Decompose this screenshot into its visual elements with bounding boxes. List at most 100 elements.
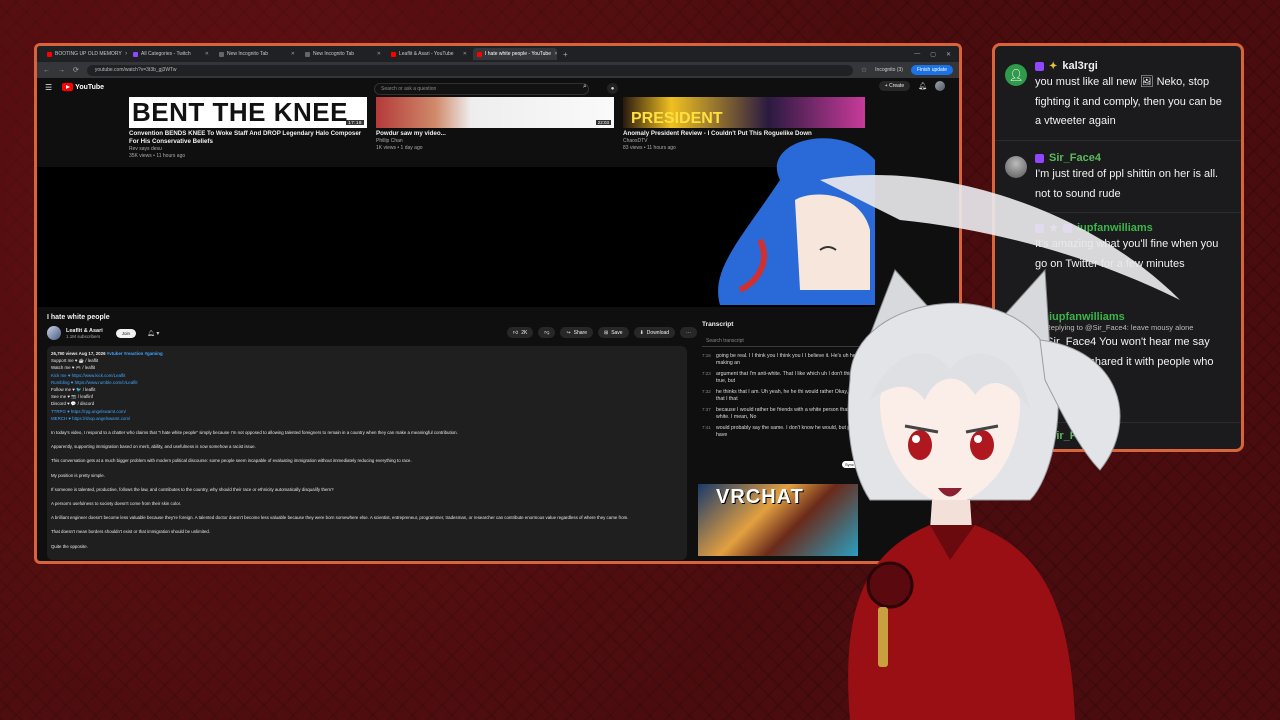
close-icon[interactable]: ✕ xyxy=(377,51,381,57)
transcript-row[interactable]: 7:37 because I would rather be friends wi… xyxy=(698,405,878,423)
address-bar-row: ← → ⟳ youtube.com/watch?v=3t3b_gj3WTw ☆ … xyxy=(37,62,959,78)
description-link[interactable]: MERCH ♥ https://shop.angelswamt.com/ xyxy=(51,415,683,422)
transcript-row[interactable]: 7:16 going be real. I I think you I think… xyxy=(698,351,878,369)
close-icon[interactable]: ✕ xyxy=(463,51,467,57)
finish-update-button[interactable]: Finish update xyxy=(910,65,953,75)
browser-tab[interactable]: Leaflit & Asari - YouTube ✕ xyxy=(387,48,471,60)
browser-tab[interactable]: All Categories - Twitch ✕ xyxy=(129,48,213,60)
chat-username[interactable]: kal3rgi xyxy=(1062,60,1097,72)
like-count: 2K xyxy=(521,329,528,336)
hashtags[interactable]: #vtuber #reaction #gaming xyxy=(107,351,163,356)
eye-right xyxy=(970,430,994,460)
close-icon[interactable]: ✕ xyxy=(125,51,127,57)
dislike-button[interactable]: 👎︎ xyxy=(538,327,556,338)
subscribed-bell-icon[interactable]: 🔔︎ ▾ xyxy=(147,330,159,337)
video-title[interactable]: Anomaly President Review - I Couldn't Pu… xyxy=(623,130,865,138)
channel-name[interactable]: Phillip Chan xyxy=(376,138,614,145)
chat-username[interactable]: iupfanwilliams xyxy=(1049,311,1125,323)
transcript-text: because I would rather be friends with a… xyxy=(716,407,869,420)
video-title[interactable]: Convention BENDS KNEE To Woke Staff And … xyxy=(129,130,367,146)
reload-icon[interactable]: ⟳ xyxy=(73,66,79,74)
notifications-bell-icon[interactable]: 🔔︎ xyxy=(918,82,927,90)
join-button[interactable]: Join xyxy=(115,328,137,338)
download-button[interactable]: ⬇ Download xyxy=(633,327,676,338)
new-tab-button[interactable]: + xyxy=(559,50,572,59)
chat-username[interactable]: Sir_Face4 xyxy=(1049,152,1101,164)
reply-context[interactable]: ↩ Replying to @Sir_Face4: leave mousy al… xyxy=(1037,323,1231,332)
browser-tab-active[interactable]: I hate white people - YouTube✕ xyxy=(473,48,557,60)
incognito-indicator[interactable]: Incognito (3) xyxy=(875,67,903,73)
description-paragraph: This conversation gets at a much bigger … xyxy=(51,458,412,464)
create-button[interactable]: + Create xyxy=(878,81,911,91)
transcript-row[interactable]: 7:32 he thinks that I am. Uh yeah, he he … xyxy=(698,387,878,405)
search-icon[interactable]: ⌕ xyxy=(583,83,587,91)
share-icon: ↪ xyxy=(566,329,571,336)
close-icon[interactable]: ✕ xyxy=(554,51,557,57)
description-link[interactable]: Rumbling ♥ https://www.rumble.com/c/Leaf… xyxy=(51,379,683,386)
close-icon[interactable]: ✕ xyxy=(205,51,209,57)
recommendation-card[interactable]: 22:03 Powdur saw my video... Phillip Cha… xyxy=(376,97,614,167)
video-player[interactable] xyxy=(37,167,875,307)
video-title[interactable]: Powdur saw my video... xyxy=(376,130,614,138)
close-window-icon[interactable]: ✕ xyxy=(946,51,951,58)
chat-message: Sir_Face4 xyxy=(1005,430,1231,449)
sync-to-video-button[interactable]: Sync to video xyxy=(841,461,872,468)
transcript-row[interactable]: 7:41 would probably say the same. I don't… xyxy=(698,423,878,441)
description-link[interactable]: TTRPG ♥ https://rpg.angelswamt.com/ xyxy=(51,408,683,415)
video-meta: 83 views • 11 hours ago xyxy=(623,145,676,151)
youtube-logo[interactable]: YouTube xyxy=(62,83,104,91)
bookmark-star-icon[interactable]: ☆ xyxy=(861,66,867,74)
description-link[interactable]: Discord ♥ 💬 / discord xyxy=(51,400,683,407)
like-button[interactable]: 👍︎ 2K xyxy=(507,327,534,338)
transcript-search-input[interactable]: Search transcript xyxy=(702,336,874,347)
browser-tab[interactable]: New Incognito Tab ✕ xyxy=(301,48,385,60)
description-link[interactable]: Watch me ♥ 🎮 / leaflit xyxy=(51,364,683,371)
browser-window: BOOTING UP OLD MEMORY✕ All Categories - … xyxy=(34,43,962,564)
video-thumbnail[interactable]: 22:03 xyxy=(376,97,614,128)
video-thumbnail[interactable]: PRESIDENT xyxy=(623,97,865,128)
back-icon[interactable]: ← xyxy=(43,67,50,74)
url-field[interactable]: youtube.com/watch?v=3t3b_gj3WTw xyxy=(86,64,853,76)
hamburger-menu-icon[interactable]: ☰ xyxy=(45,83,52,92)
save-button[interactable]: ⊞ Save xyxy=(597,327,629,338)
description-stats: 26,790 views Aug 17, 2026 #vtuber #react… xyxy=(51,350,683,357)
video-thumbnail[interactable]: BENT THE KNEE 17:18 xyxy=(129,97,367,128)
chat-username[interactable]: iupfanwilliams xyxy=(1077,222,1153,234)
transcript-row[interactable]: 7:23 argument that I'm anti-white. That I… xyxy=(698,369,878,387)
channel-name[interactable]: Rev says desu xyxy=(129,146,367,153)
description-link[interactable]: See me ♥ 📷 / leaflinf xyxy=(51,393,683,400)
video-description[interactable]: 26,790 views Aug 17, 2026 #vtuber #react… xyxy=(47,346,687,560)
chat-message-body: ✦ kal3rgi you must like all new 🖼 Neko, s… xyxy=(1035,60,1231,132)
browser-tab[interactable]: New Incognito Tab ✕ xyxy=(215,48,299,60)
maximize-icon[interactable]: ▢ xyxy=(930,51,936,58)
share-button[interactable]: ↪ Share xyxy=(560,327,593,338)
thumbnail-text: BENT THE KNEE xyxy=(132,97,348,127)
channel-name[interactable]: Leaflit & Asari xyxy=(66,328,103,334)
description-link[interactable]: Kick me ♥ https://www.kick.com/Leaflit xyxy=(51,372,683,379)
channel-avatar[interactable] xyxy=(47,326,61,340)
close-icon[interactable]: ✕ xyxy=(291,51,295,57)
user-avatar-icon: 👤︎ xyxy=(1005,64,1027,86)
chat-username[interactable]: Sir_Face4 xyxy=(1049,430,1101,442)
search-input[interactable]: Search or ask a question xyxy=(374,83,589,95)
up-next-thumbnail[interactable]: VRCHAT xyxy=(698,484,858,556)
tab-label: New Incognito Tab xyxy=(227,51,269,57)
chat-username-row: ★ iupfanwilliams xyxy=(1035,222,1231,234)
incognito-favicon-icon xyxy=(305,51,310,57)
recommendation-card[interactable]: PRESIDENT Anomaly President Review - I C… xyxy=(623,97,865,167)
channel-name[interactable]: ChaosDTV xyxy=(623,138,865,145)
microphone-icon[interactable]: ● xyxy=(607,83,618,94)
forward-icon[interactable]: → xyxy=(58,67,65,74)
recommendation-card[interactable]: BENT THE KNEE 17:18 Convention BENDS KNEE… xyxy=(129,97,367,167)
minimize-icon[interactable]: — xyxy=(914,51,920,58)
duration-badge: 17:18 xyxy=(346,120,364,125)
description-link[interactable]: Follow me ♥ 🐦 / leaflit xyxy=(51,386,683,393)
browser-tab[interactable]: BOOTING UP OLD MEMORY✕ xyxy=(43,48,127,60)
description-link[interactable]: Support me ♥ ☕ / leaflit xyxy=(51,357,683,364)
subscriber-count: 1.1M subscribers xyxy=(66,333,101,339)
more-actions-button[interactable]: ⋯ xyxy=(680,327,698,338)
account-avatar[interactable] xyxy=(935,81,945,91)
thumbnail-text: PRESIDENT xyxy=(631,110,723,127)
